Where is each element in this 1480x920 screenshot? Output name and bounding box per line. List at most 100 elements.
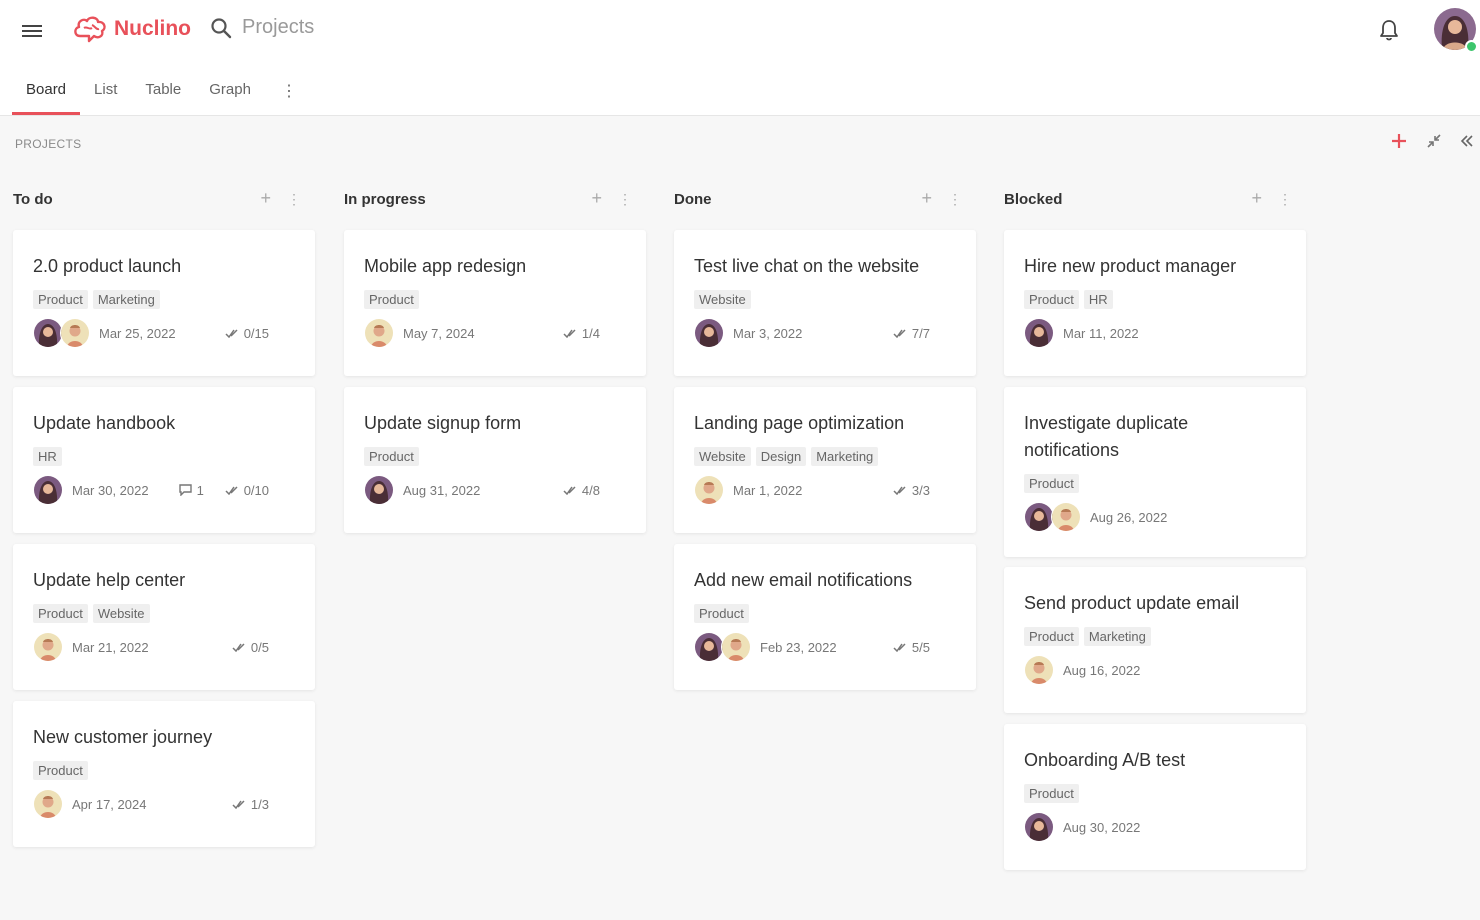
column-menu-icon[interactable]: ⋮ xyxy=(1278,188,1292,210)
card-title: Landing page optimization xyxy=(694,413,905,433)
tag[interactable]: Product xyxy=(364,290,419,309)
avatar xyxy=(721,632,751,662)
due-date: Aug 31, 2022 xyxy=(403,482,481,498)
tab-graph[interactable]: Graph xyxy=(195,70,265,115)
avatar xyxy=(364,475,394,505)
collapse-cards-button[interactable] xyxy=(1426,133,1442,149)
top-bar: Nuclino Projects Board List Table Graph … xyxy=(0,0,1480,116)
progress-count: 7/7 xyxy=(911,325,930,341)
card-tags: Product xyxy=(33,761,295,780)
assignees xyxy=(1024,655,1054,685)
avatar xyxy=(1024,812,1054,842)
checkmark-icon xyxy=(225,329,238,338)
avatar xyxy=(60,318,90,348)
tag[interactable]: Marketing xyxy=(1083,627,1151,646)
avatar xyxy=(1024,655,1054,685)
card[interactable]: Send product update email Product Market… xyxy=(1004,567,1306,713)
tag[interactable]: Product xyxy=(364,447,419,466)
column-menu-icon[interactable]: ⋮ xyxy=(618,188,632,210)
card-meta: Feb 23, 2022 5/5 xyxy=(694,632,956,662)
more-views-icon[interactable]: ⋮ xyxy=(265,70,307,101)
bell-icon[interactable] xyxy=(1378,18,1400,47)
checkmark-icon xyxy=(232,643,245,652)
add-item-button[interactable] xyxy=(1390,132,1408,150)
column-menu-icon[interactable]: ⋮ xyxy=(287,188,301,210)
tag[interactable]: Product xyxy=(33,290,88,309)
card-meta: Mar 21, 2022 0/5 xyxy=(33,632,295,662)
column-header: Blocked + ⋮ xyxy=(1004,188,1306,210)
tab-table[interactable]: Table xyxy=(131,70,195,115)
card[interactable]: Update help center Product Website Mar 2… xyxy=(13,544,315,690)
checkmark-icon xyxy=(893,643,906,652)
comment-icon xyxy=(178,484,192,496)
column-title: Blocked xyxy=(1004,190,1063,208)
card[interactable]: New customer journey Product Apr 17, 202… xyxy=(13,701,315,847)
search-bar[interactable]: Projects xyxy=(210,16,314,39)
tag[interactable]: Design xyxy=(755,447,807,466)
column-add-button[interactable]: + xyxy=(260,188,271,208)
card-tags: Product HR xyxy=(1024,290,1286,309)
task-progress: 1/3 xyxy=(232,797,269,812)
avatar xyxy=(694,475,724,505)
tag[interactable]: Product xyxy=(33,604,88,623)
card[interactable]: Test live chat on the website Website Ma… xyxy=(674,230,976,376)
card[interactable]: 2.0 product launch Product Marketing Mar… xyxy=(13,230,315,376)
card-tags: Product xyxy=(364,290,626,309)
column-add-button[interactable]: + xyxy=(591,188,602,208)
tag[interactable]: Product xyxy=(33,761,88,780)
card-tags: Product Website xyxy=(33,604,295,623)
tag[interactable]: Product xyxy=(1024,627,1079,646)
due-date: Mar 3, 2022 xyxy=(733,325,803,341)
tag[interactable]: Marketing xyxy=(92,290,160,309)
card-tags: Product xyxy=(1024,474,1286,493)
menu-icon[interactable] xyxy=(22,22,42,38)
column-add-button[interactable]: + xyxy=(921,188,932,208)
tag[interactable]: Website xyxy=(92,604,150,623)
tag[interactable]: Product xyxy=(1024,474,1079,493)
assignees xyxy=(1024,502,1081,532)
task-progress: 5/5 xyxy=(893,640,930,655)
column-add-button[interactable]: + xyxy=(1251,188,1262,208)
task-progress: 0/15 xyxy=(225,326,269,341)
card[interactable]: Hire new product manager Product HR Mar … xyxy=(1004,230,1306,376)
tag[interactable]: HR xyxy=(1083,290,1113,309)
card[interactable]: Investigate duplicate notifications Prod… xyxy=(1004,387,1306,557)
card[interactable]: Landing page optimization Website Design… xyxy=(674,387,976,533)
assignees xyxy=(364,318,394,348)
tag[interactable]: Website xyxy=(694,447,751,466)
search-icon xyxy=(211,17,232,38)
tab-list[interactable]: List xyxy=(80,70,131,115)
tag[interactable]: Marketing xyxy=(811,447,879,466)
checkmark-icon xyxy=(225,486,238,495)
card-title: Add new email notifications xyxy=(694,570,913,590)
checkmark-icon xyxy=(232,800,245,809)
tag[interactable]: Product xyxy=(1024,290,1079,309)
card-meta: Aug 16, 2022 xyxy=(1024,655,1286,685)
card-meta: Aug 26, 2022 xyxy=(1024,502,1286,532)
tab-board[interactable]: Board xyxy=(12,70,81,115)
tag[interactable]: Product xyxy=(1024,784,1079,803)
progress-count: 0/15 xyxy=(243,325,269,341)
card[interactable]: Add new email notifications Product Feb … xyxy=(674,544,976,690)
tag[interactable]: Product xyxy=(694,604,749,623)
due-date: Mar 30, 2022 xyxy=(72,482,149,498)
avatar xyxy=(33,632,63,662)
avatar xyxy=(364,318,394,348)
assignees xyxy=(1024,318,1054,348)
card[interactable]: Update signup form Product Aug 31, 2022 … xyxy=(344,387,646,533)
collapse-sidebar-button[interactable] xyxy=(1460,134,1474,148)
card[interactable]: Update handbook HR Mar 30, 2022 1 0/10 xyxy=(13,387,315,533)
column-to-do: To do + ⋮ 2.0 product launch Product Mar… xyxy=(13,188,315,847)
card-tags: Product xyxy=(1024,784,1286,803)
brand-logo[interactable]: Nuclino xyxy=(72,14,191,44)
column-menu-icon[interactable]: ⋮ xyxy=(948,188,962,210)
tag[interactable]: HR xyxy=(33,447,62,466)
collapse-icon xyxy=(1427,134,1441,148)
online-status-indicator xyxy=(1465,40,1478,53)
card[interactable]: Onboarding A/B test Product Aug 30, 2022 xyxy=(1004,724,1306,870)
card[interactable]: Mobile app redesign Product May 7, 2024 … xyxy=(344,230,646,376)
tag[interactable]: Website xyxy=(694,290,751,309)
double-chevron-left-icon xyxy=(1460,135,1473,147)
task-progress: 0/10 xyxy=(225,483,269,498)
due-date: Mar 11, 2022 xyxy=(1063,325,1139,341)
